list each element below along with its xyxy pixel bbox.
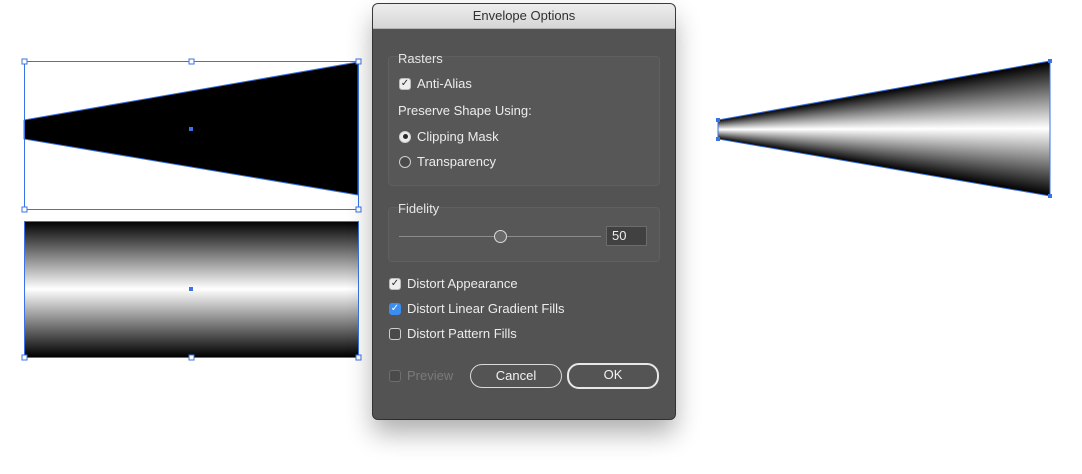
right-artwork-canvas <box>716 59 1052 198</box>
gradient-strips <box>718 61 1051 196</box>
anti-alias-label: Anti-Alias <box>417 76 472 91</box>
distort-appearance-label: Distort Appearance <box>407 276 518 291</box>
dialog-title: Envelope Options <box>373 4 675 29</box>
left-artwork-canvas <box>21 58 362 361</box>
check-icon: ✓ <box>389 277 401 290</box>
radio-empty-icon <box>399 155 411 168</box>
fidelity-slider-thumb[interactable] <box>494 230 507 243</box>
radio-dot-icon <box>399 130 411 143</box>
fidelity-value-field[interactable]: 50 <box>606 226 647 246</box>
left-artwork[interactable] <box>0 0 372 474</box>
distort-pattern-fills-checkbox[interactable]: Distort Pattern Fills <box>389 326 517 341</box>
cancel-button[interactable]: Cancel <box>470 364 562 388</box>
rasters-group-title: Rasters <box>398 51 443 66</box>
fidelity-group-title: Fidelity <box>398 201 440 216</box>
distort-pattern-fills-label: Distort Pattern Fills <box>407 326 517 341</box>
distort-linear-gradient-checkbox[interactable]: ✓ Distort Linear Gradient Fills <box>389 301 565 316</box>
clipping-mask-label: Clipping Mask <box>417 129 499 144</box>
check-icon: ✓ <box>399 77 411 90</box>
transparency-radio[interactable]: Transparency <box>399 154 496 169</box>
clipping-mask-radio[interactable]: Clipping Mask <box>399 129 499 144</box>
right-artwork[interactable] <box>700 0 1082 474</box>
center-point <box>189 127 193 131</box>
center-point <box>189 287 193 291</box>
distort-linear-gradient-label: Distort Linear Gradient Fills <box>407 301 565 316</box>
check-icon: ✓ <box>389 302 401 315</box>
ok-button[interactable]: OK <box>567 363 659 389</box>
transparency-label: Transparency <box>417 154 496 169</box>
distort-appearance-checkbox[interactable]: ✓ Distort Appearance <box>389 276 518 291</box>
preview-label: Preview <box>407 368 454 383</box>
anti-alias-checkbox[interactable]: ✓ Anti-Alias <box>399 76 472 91</box>
envelope-options-dialog: Envelope Options Rasters ✓ Anti-Alias Pr… <box>373 4 675 419</box>
checkbox-empty-icon <box>389 327 401 340</box>
checkbox-empty-icon <box>389 369 401 382</box>
preserve-shape-label: Preserve Shape Using: <box>398 103 532 118</box>
preview-checkbox[interactable]: Preview <box>389 368 453 383</box>
